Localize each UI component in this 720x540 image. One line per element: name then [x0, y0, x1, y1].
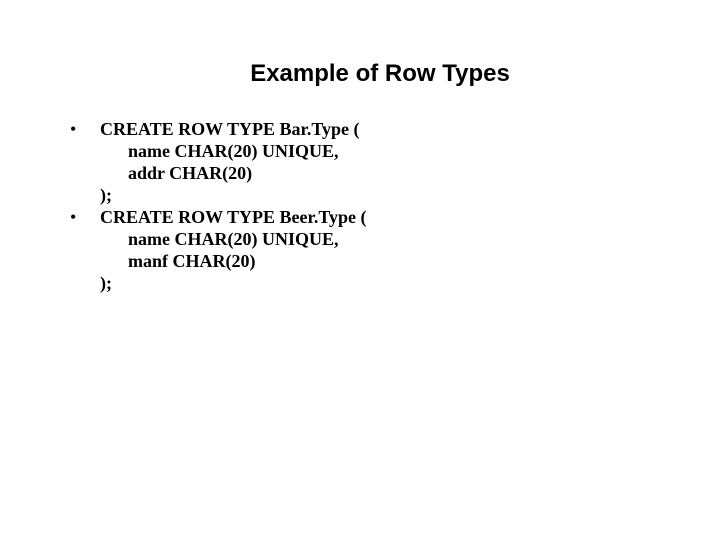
code-line: addr CHAR(20)	[100, 162, 360, 184]
code-line: manf CHAR(20)	[100, 250, 367, 272]
code-line: CREATE ROW TYPE Bar.Type (	[100, 118, 360, 140]
code-block: CREATE ROW TYPE Beer.Type ( name CHAR(20…	[100, 206, 367, 294]
slide-title: Example of Row Types	[90, 60, 670, 88]
list-item: • CREATE ROW TYPE Bar.Type ( name CHAR(2…	[70, 118, 670, 206]
bullet-icon: •	[70, 118, 100, 140]
bullet-icon: •	[70, 206, 100, 228]
list-item: • CREATE ROW TYPE Beer.Type ( name CHAR(…	[70, 206, 670, 294]
code-block: CREATE ROW TYPE Bar.Type ( name CHAR(20)…	[100, 118, 360, 206]
slide: Example of Row Types • CREATE ROW TYPE B…	[0, 0, 720, 294]
code-line: name CHAR(20) UNIQUE,	[100, 228, 367, 250]
code-line: name CHAR(20) UNIQUE,	[100, 140, 360, 162]
code-line: );	[100, 184, 360, 206]
code-line: );	[100, 272, 367, 294]
content-area: • CREATE ROW TYPE Bar.Type ( name CHAR(2…	[50, 118, 670, 294]
code-line: CREATE ROW TYPE Beer.Type (	[100, 206, 367, 228]
